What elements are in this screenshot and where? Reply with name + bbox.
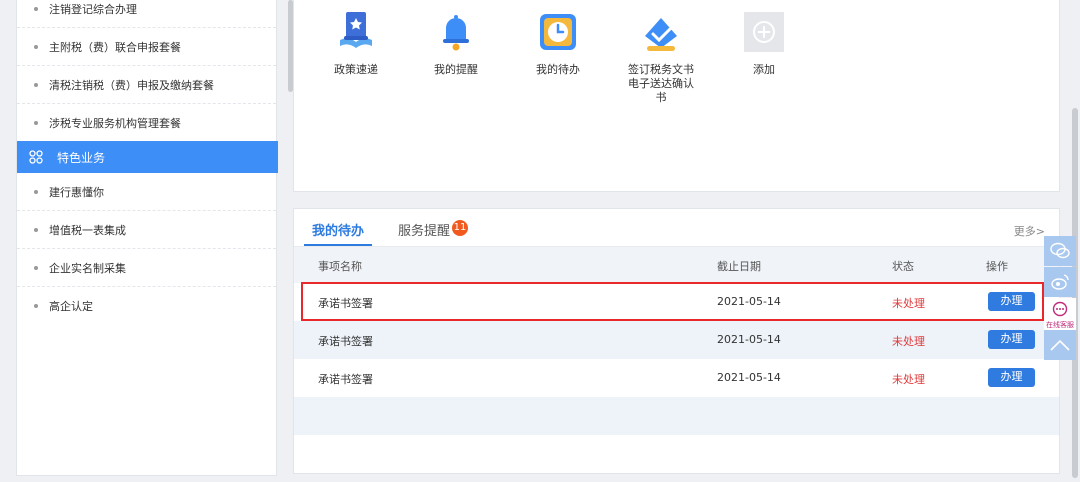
quick-access-panel: 政策速递 我的提醒 我的待办 签订税务文书电子送达确认书 添加 xyxy=(293,0,1060,192)
sidebar-item-label: 企业实名制采集 xyxy=(49,261,126,275)
row-deadline: 2021-05-14 xyxy=(717,371,781,384)
header-status: 状态 xyxy=(892,260,914,273)
sidebar-category-special-business[interactable]: 特色业务 xyxy=(17,141,278,173)
table-row: 承诺书签署 2021-05-14 未处理 办理 xyxy=(294,321,1059,359)
wechat-button[interactable] xyxy=(1044,236,1076,266)
bullet-icon xyxy=(34,83,38,87)
handle-button[interactable]: 办理 xyxy=(988,368,1035,387)
sidebar-item-label: 高企认定 xyxy=(49,300,93,313)
sidebar-item-deregistration[interactable]: 注销登记综合办理 xyxy=(17,0,276,28)
quick-policy[interactable]: 政策速递 xyxy=(311,10,401,77)
table-row-empty xyxy=(294,397,1059,435)
header-deadline: 截止日期 xyxy=(717,260,761,273)
tab-service-reminder[interactable]: 服务提醒 xyxy=(398,220,450,239)
row-name: 承诺书签署 xyxy=(318,335,373,348)
policy-book-icon xyxy=(340,12,372,48)
row-status: 未处理 xyxy=(892,335,925,348)
bell-icon xyxy=(443,15,469,51)
quick-label: 添加 xyxy=(753,63,775,76)
row-name: 承诺书签署 xyxy=(318,297,373,310)
bullet-icon xyxy=(34,190,38,194)
bullet-icon xyxy=(34,266,38,270)
sign-document-icon xyxy=(645,18,677,51)
quick-add[interactable]: 添加 xyxy=(719,10,809,77)
sidebar-item-label: 主附税（费）联合申报套餐 xyxy=(49,40,181,54)
sidebar-item-label: 增值税一表集成 xyxy=(49,223,126,237)
sidebar: 注销登记综合办理 主附税（费）联合申报套餐 清税注销税（费）申报及缴纳套餐 涉税… xyxy=(16,0,293,476)
online-service-icon xyxy=(1052,301,1068,317)
row-status: 未处理 xyxy=(892,297,925,310)
sidebar-item-label: 涉税专业服务机构管理套餐 xyxy=(49,116,181,130)
tasks-tabs: 我的待办 服务提醒 11 更多> xyxy=(294,209,1059,247)
quick-label: 签订税务文书电子送达确认书 xyxy=(628,63,694,104)
bullet-icon xyxy=(34,228,38,232)
sidebar-item-real-name[interactable]: 企业实名制采集 xyxy=(17,249,276,287)
online-service-label: 在线客服 xyxy=(1046,321,1074,329)
wechat-icon xyxy=(1050,242,1070,259)
bullet-icon xyxy=(34,304,38,308)
tab-active-indicator xyxy=(304,244,372,246)
sidebar-item-joint-declaration[interactable]: 主附税（费）联合申报套餐 xyxy=(17,28,276,66)
bullet-icon xyxy=(34,45,38,49)
tab-my-todo[interactable]: 我的待办 xyxy=(312,220,364,239)
quick-sign-document[interactable]: 签订税务文书电子送达确认书 xyxy=(616,10,706,105)
header-action: 操作 xyxy=(986,260,1008,273)
weibo-button[interactable] xyxy=(1044,267,1076,297)
table-header: 事项名称 截止日期 状态 操作 xyxy=(294,247,1059,283)
bullet-icon xyxy=(34,7,38,11)
row-deadline: 2021-05-14 xyxy=(717,333,781,346)
sidebar-item-tax-clearance[interactable]: 清税注销税（费）申报及缴纳套餐 xyxy=(17,66,276,104)
sidebar-item-ccb[interactable]: 建行惠懂你 xyxy=(17,173,276,211)
reminder-count-badge: 11 xyxy=(452,220,468,236)
clock-icon xyxy=(540,14,576,50)
add-icon xyxy=(744,12,784,52)
quick-reminder[interactable]: 我的提醒 xyxy=(411,10,501,77)
quick-todo[interactable]: 我的待办 xyxy=(513,10,603,77)
quick-label: 政策速递 xyxy=(334,63,378,76)
tasks-panel: 我的待办 服务提醒 11 更多> 事项名称 截止日期 状态 操作 承诺书签署 2… xyxy=(293,208,1060,474)
sidebar-item-vat-integration[interactable]: 增值税一表集成 xyxy=(17,211,276,249)
weibo-icon xyxy=(1051,274,1069,290)
handle-button[interactable]: 办理 xyxy=(988,330,1035,349)
sidebar-category-label: 特色业务 xyxy=(57,150,106,165)
row-deadline: 2021-05-14 xyxy=(717,295,781,308)
sidebar-item-high-tech[interactable]: 高企认定 xyxy=(17,287,276,325)
back-to-top-icon xyxy=(1050,339,1070,351)
row-status: 未处理 xyxy=(892,373,925,386)
table-row: 承诺书签署 2021-05-14 未处理 办理 xyxy=(294,359,1059,397)
back-to-top-button[interactable] xyxy=(1044,330,1076,360)
sidebar-item-label: 建行惠懂你 xyxy=(49,185,104,199)
table-row: 承诺书签署 2021-05-14 未处理 办理 xyxy=(294,283,1059,321)
sidebar-item-agency-management[interactable]: 涉税专业服务机构管理套餐 xyxy=(17,104,276,142)
header-name: 事项名称 xyxy=(318,260,362,273)
bullet-icon xyxy=(34,121,38,125)
sidebar-item-label: 注销登记综合办理 xyxy=(49,2,137,16)
row-name: 承诺书签署 xyxy=(318,373,373,386)
quick-label: 我的提醒 xyxy=(434,63,478,76)
quick-label: 我的待办 xyxy=(536,63,580,76)
handle-button[interactable]: 办理 xyxy=(988,292,1035,311)
more-link[interactable]: 更多> xyxy=(1014,223,1045,239)
sidebar-item-label: 清税注销税（费）申报及缴纳套餐 xyxy=(49,78,214,92)
grid-icon xyxy=(29,150,43,164)
